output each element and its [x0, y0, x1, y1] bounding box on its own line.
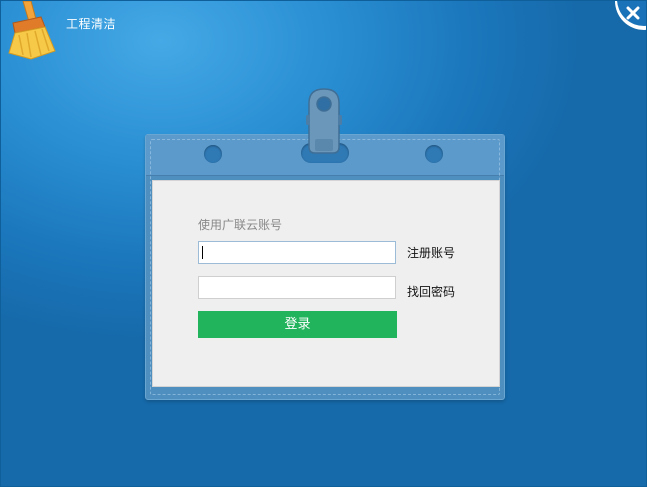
badge-hole-right — [425, 145, 443, 163]
close-icon — [626, 6, 640, 20]
login-button[interactable]: 登录 — [198, 311, 397, 338]
account-label: 使用广联云账号 — [198, 218, 283, 232]
app-title: 工程清洁 — [66, 17, 117, 31]
close-button[interactable] — [615, 1, 646, 30]
badge-hole-left — [204, 145, 222, 163]
register-link[interactable]: 注册账号 — [407, 244, 455, 261]
login-card: 使用广联云账号 注册账号 找回密码 登录 — [152, 180, 500, 387]
broom-icon — [8, 1, 56, 60]
badge-clip-icon — [306, 88, 342, 154]
text-caret — [202, 246, 203, 259]
password-input[interactable] — [198, 276, 396, 299]
recover-password-link[interactable]: 找回密码 — [407, 283, 455, 300]
app-window: 工程清洁 使用广联云账号 注册账号 找回密码 登录 — [0, 0, 647, 487]
account-input[interactable] — [198, 241, 396, 264]
